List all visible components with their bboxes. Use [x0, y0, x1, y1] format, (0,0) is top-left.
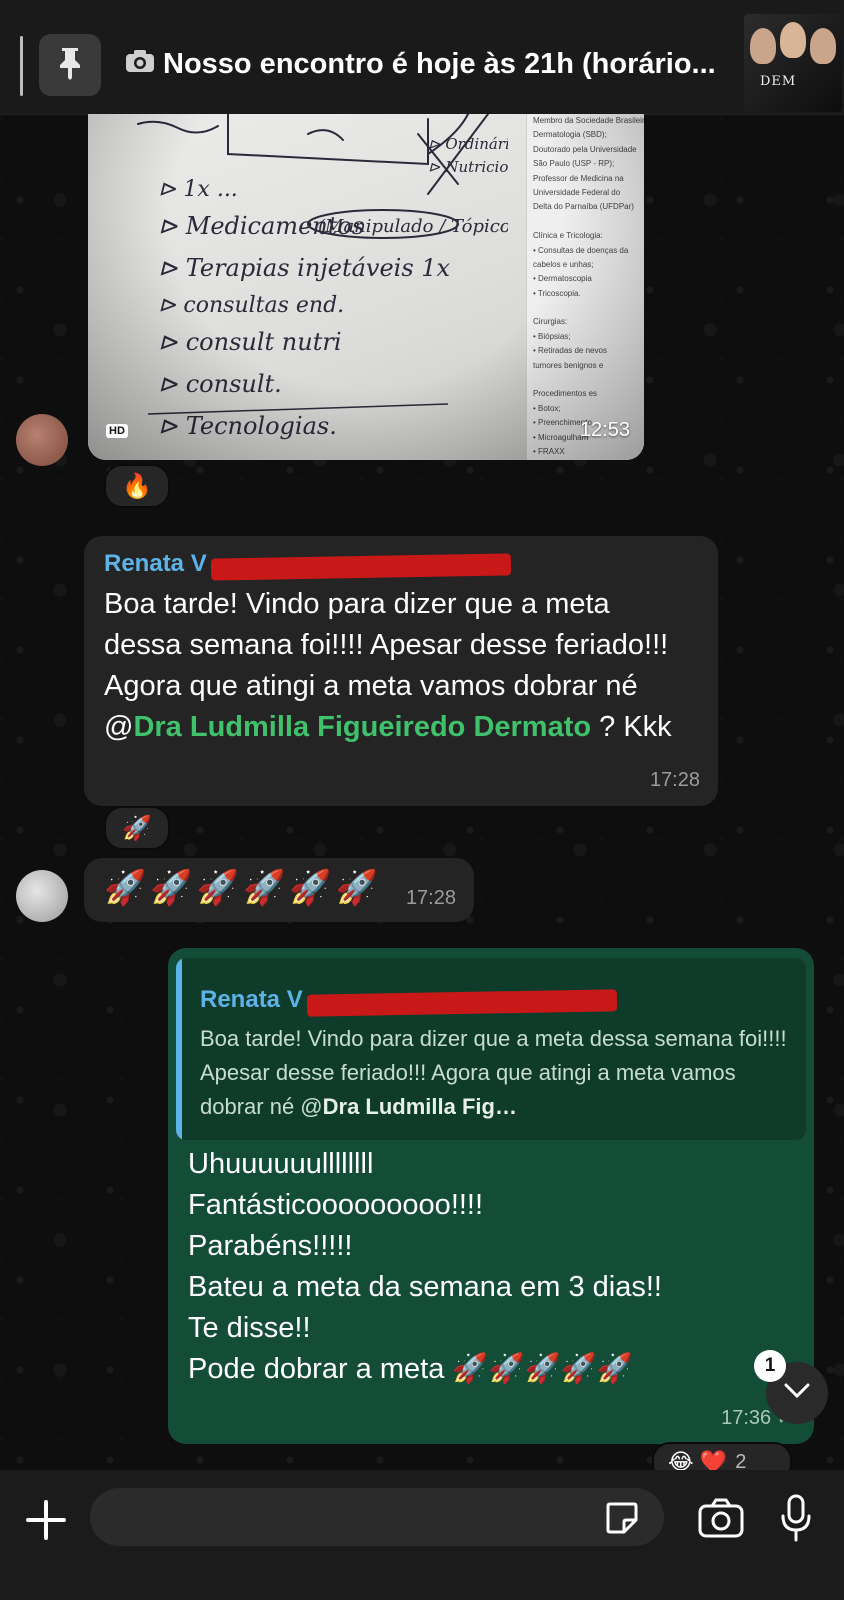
- pinned-text: Nosso encontro é hoje às 21h (horário...: [163, 48, 715, 80]
- camera-icon: [125, 48, 155, 81]
- message-line: Uhuuuuuullllllll: [188, 1148, 374, 1180]
- plus-icon[interactable]: [24, 1498, 68, 1542]
- thumb-person: [810, 28, 836, 64]
- message-text: Boa tarde! Vindo para dizer que a meta d…: [104, 584, 694, 748]
- composer-bar: [0, 1470, 844, 1600]
- message-reaction[interactable]: 🚀: [104, 806, 170, 850]
- pinned-message-bar[interactable]: Nosso encontro é hoje às 21h (horário...…: [0, 0, 844, 115]
- chevron-down-icon: [784, 1383, 810, 1404]
- image-message[interactable]: ⊳ 1x ... ⊳ Medicamentos (Manipulado / Tó…: [88, 114, 644, 460]
- quote-text: Boa tarde! Vindo para dizer que a meta d…: [200, 1022, 790, 1124]
- sender-name-row: Renata V: [104, 550, 512, 581]
- redaction-mark: [306, 989, 618, 1017]
- message-time: 12:53: [579, 419, 630, 441]
- pinned-thumbnail[interactable]: DEM: [744, 14, 842, 112]
- pin-button[interactable]: [39, 34, 101, 96]
- user-mention[interactable]: Dra Ludmilla Figueiredo Dermato: [133, 711, 591, 743]
- sender-avatar[interactable]: [16, 414, 68, 466]
- quote-mention: Dra Ludmilla Fig…: [322, 1094, 517, 1119]
- thumb-person: [750, 28, 776, 64]
- quote-sender-name: Renata V: [200, 986, 303, 1013]
- message-time: 17:36: [721, 1407, 772, 1429]
- message-line: Fantásticooooooooo!!!!: [188, 1189, 484, 1221]
- sticker-icon[interactable]: [604, 1500, 640, 1536]
- microphone-icon[interactable]: [780, 1494, 812, 1542]
- camera-icon[interactable]: [698, 1498, 744, 1538]
- message-line: Parabéns!!!!!: [188, 1230, 353, 1262]
- message-line: Te disse!!: [188, 1312, 311, 1344]
- message-body-end: ? Kkk: [591, 711, 672, 743]
- outgoing-message[interactable]: Renata V Boa tarde! Vindo para dizer que…: [168, 948, 814, 1444]
- thumb-logo: DEM: [760, 74, 797, 89]
- quoted-message[interactable]: Renata V Boa tarde! Vindo para dizer que…: [176, 958, 806, 1140]
- message-time: 17:28: [405, 887, 456, 909]
- photo-shadow: [88, 114, 644, 460]
- message-input[interactable]: [90, 1488, 664, 1546]
- message-reaction[interactable]: 🔥: [104, 464, 170, 508]
- message-text: 🚀🚀🚀🚀🚀🚀: [104, 869, 383, 907]
- unread-count-badge: 1: [754, 1350, 786, 1382]
- redaction-mark: [210, 553, 512, 581]
- pinned-message-text[interactable]: Nosso encontro é hoje às 21h (horário...: [125, 48, 715, 81]
- pin-icon: [55, 46, 85, 85]
- quote-accent-bar: [176, 958, 182, 1140]
- message-line: Pode dobrar a meta 🚀🚀🚀🚀🚀: [188, 1353, 633, 1385]
- sender-name[interactable]: Renata V: [104, 550, 207, 577]
- sender-avatar[interactable]: [16, 870, 68, 922]
- message-line: Bateu a meta da semana em 3 dias!!: [188, 1271, 662, 1303]
- thumb-person: [780, 22, 806, 58]
- hd-badge: HD: [106, 424, 128, 438]
- message-text: Uhuuuuuullllllll Fantásticooooooooo!!!! …: [188, 1144, 662, 1390]
- pinned-indicator: [20, 36, 23, 96]
- message-time: 17:28: [649, 769, 700, 791]
- incoming-message[interactable]: Renata V Boa tarde! Vindo para dizer que…: [84, 536, 718, 806]
- quote-sender-row: Renata V: [200, 986, 618, 1017]
- incoming-message[interactable]: 🚀🚀🚀🚀🚀🚀 17:28: [84, 858, 474, 922]
